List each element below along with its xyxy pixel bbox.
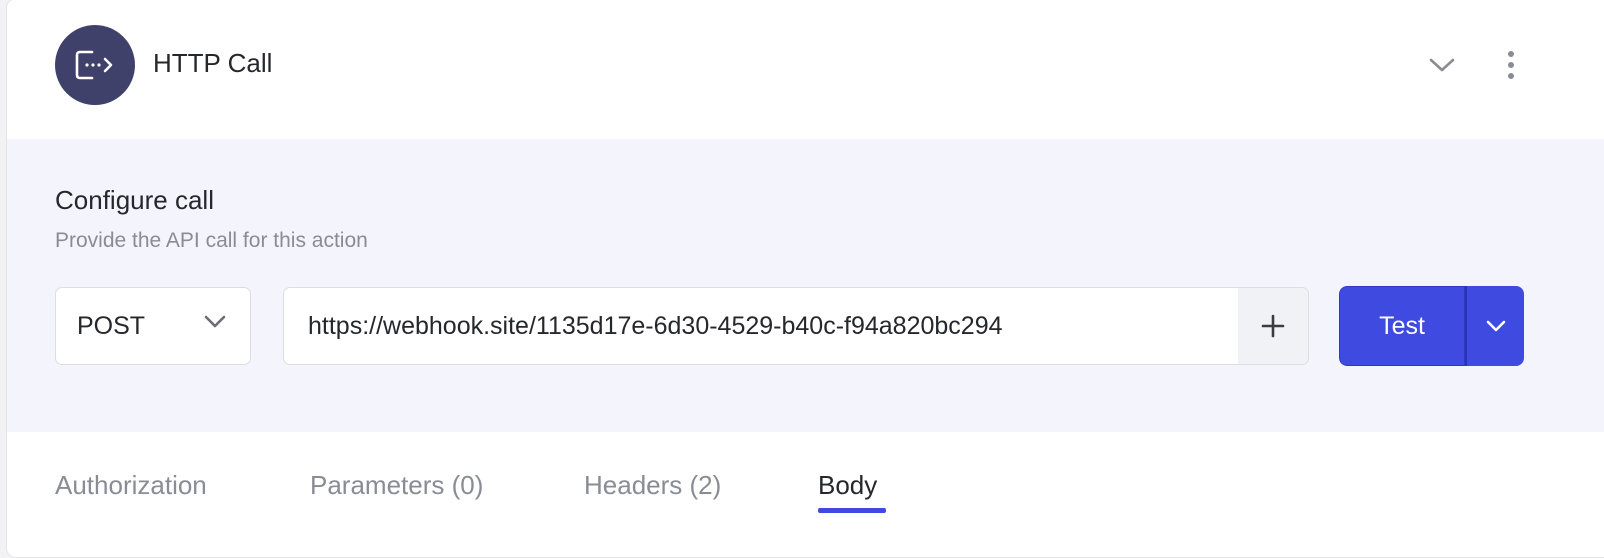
collapse-button[interactable] [1421,47,1463,83]
tab-authorization[interactable]: Authorization [55,468,207,502]
http-method-value: POST [77,311,146,340]
card-title: HTTP Call [153,48,273,78]
http-method-select[interactable]: POST [55,287,251,365]
url-field [283,287,1309,365]
chevron-down-icon [1486,320,1505,332]
more-vertical-icon [1508,51,1514,79]
http-call-icon [55,25,135,105]
plus-icon [1261,314,1285,338]
test-button[interactable]: Test [1339,286,1465,366]
url-input[interactable] [284,288,1239,364]
more-options-button[interactable] [1493,43,1529,87]
tab-body[interactable]: Body [818,468,877,502]
active-tab-indicator [818,508,886,513]
insert-variable-button[interactable] [1238,288,1308,364]
section-subtitle: Provide the API call for this action [55,229,368,252]
chevron-down-icon [204,315,226,328]
test-button-group: Test [1339,286,1524,366]
configure-call-section: Configure call Provide the API call for … [7,139,1604,432]
section-title: Configure call [55,185,214,215]
request-tabs: Authorization Parameters (0) Headers (2)… [7,432,1604,557]
tab-parameters[interactable]: Parameters (0) [310,468,483,502]
test-options-button[interactable] [1465,286,1524,366]
http-call-card: HTTP Call Configure call Provide the API… [6,0,1604,558]
card-header: HTTP Call [7,0,1604,139]
chevron-down-icon [1429,58,1455,72]
tab-headers[interactable]: Headers (2) [584,468,721,502]
